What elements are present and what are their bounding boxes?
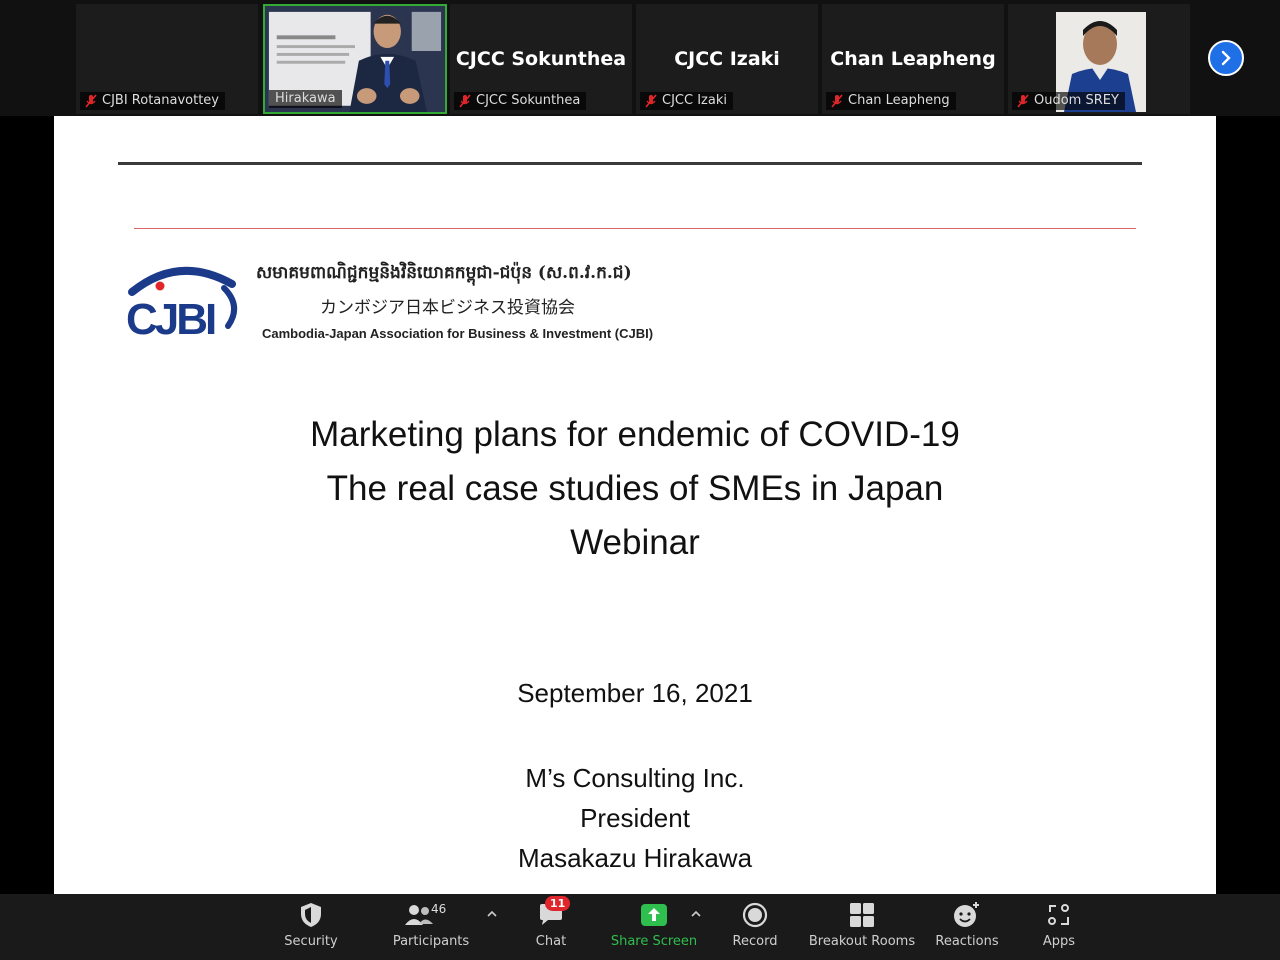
participant-tile-leapheng[interactable]: Chan Leapheng Chan Leapheng	[822, 4, 1004, 114]
share-screen-label: Share Screen	[610, 934, 698, 949]
apps-button[interactable]: Apps	[1036, 900, 1082, 956]
mic-muted-icon	[1017, 93, 1029, 108]
reactions-button[interactable]: Reactions	[934, 900, 1000, 956]
next-page-button[interactable]	[1208, 40, 1244, 76]
presentation-slide: CJBI សមាគមពាណិជ្ជកម្មនិងវិនិយោគកម្ពុជា-ជ…	[54, 116, 1216, 894]
presenter-role: President	[580, 803, 690, 833]
slide-title-line: Marketing plans for endemic of COVID-19	[310, 415, 960, 454]
participant-name-tag: CJCC Sokunthea	[454, 92, 587, 110]
participant-name: Chan Leapheng	[848, 93, 950, 108]
participants-options-caret-icon[interactable]	[486, 908, 498, 920]
participant-name: CJCC Sokunthea	[476, 93, 581, 108]
mic-muted-icon	[85, 93, 97, 108]
participant-tile-oudom[interactable]: Oudom SREY	[1008, 4, 1190, 114]
slide-title-line: The real case studies of SMEs in Japan	[326, 469, 944, 508]
share-options-caret-icon[interactable]	[690, 908, 702, 920]
participant-display-name: Chan Leapheng	[830, 48, 996, 70]
slide-title: Marketing plans for endemic of COVID-19 …	[54, 408, 1216, 570]
participant-name-tag: Oudom SREY	[1012, 92, 1125, 110]
participant-tile-sokunthea[interactable]: CJCC Sokunthea CJCC Sokunthea	[450, 4, 632, 114]
svg-text:CJBI: CJBI	[126, 295, 215, 342]
security-button[interactable]: Security	[280, 900, 342, 956]
slide-title-line: Webinar	[570, 523, 700, 562]
cjbi-logo: CJBI	[126, 266, 237, 342]
meeting-toolbar: Security 46 Participants 11 Chat Share S…	[0, 894, 1280, 960]
shared-screen: CJBI សមាគមពាណិជ្ជកម្មនិងវិនិយោគកម្ពុជា-ជ…	[0, 116, 1280, 894]
slide-date: September 16, 2021	[517, 678, 753, 708]
share-screen-button[interactable]: Share Screen	[610, 900, 698, 956]
apps-label: Apps	[1042, 934, 1076, 949]
org-name-japanese: カンボジア日本ビジネス投資協会	[320, 298, 575, 318]
slide-divider-dark	[118, 162, 1142, 165]
org-name-khmer: សមាគមពាណិជ្ជកម្មនិងវិនិយោគកម្ពុជា-ជប៉ុន …	[256, 263, 632, 283]
breakout-rooms-button[interactable]: Breakout Rooms	[808, 900, 916, 956]
participants-icon	[405, 905, 433, 925]
participant-tile-rotanavottey[interactable]: CJBI Rotanavottey	[76, 4, 258, 114]
shield-icon	[301, 903, 321, 927]
record-button[interactable]: Record	[728, 900, 782, 956]
organization-header: សមាគមពាណិជ្ជកម្មនិងវិនិយោគកម្ពុជា-ជប៉ុន …	[256, 262, 716, 341]
participant-name: Hirakawa	[275, 91, 336, 106]
participant-display-name: CJCC Izaki	[674, 48, 780, 70]
presenter-name: Masakazu Hirakawa	[517, 843, 753, 873]
presenter-company: M’s Consulting Inc.	[525, 763, 745, 793]
breakout-rooms-icon	[850, 903, 874, 927]
share-screen-icon	[641, 904, 667, 926]
participant-tile-hirakawa[interactable]: Hirakawa	[263, 4, 447, 114]
participant-strip: CJBI Rotanavottey Hirakawa CJCC Sokunthe…	[0, 0, 1280, 116]
presenter-info: M’s Consulting Inc. President Masakazu H…	[54, 758, 1216, 878]
participant-name: CJBI Rotanavottey	[102, 93, 219, 108]
mic-muted-icon	[459, 93, 471, 108]
participant-name-tag: Hirakawa	[269, 90, 342, 108]
record-icon	[742, 902, 768, 928]
reactions-label: Reactions	[935, 934, 999, 949]
reactions-icon	[954, 902, 979, 927]
participant-name-tag: CJBI Rotanavottey	[80, 92, 225, 110]
participant-name-tag: CJCC Izaki	[640, 92, 733, 110]
participant-name-tag: Chan Leapheng	[826, 92, 956, 110]
participant-name: CJCC Izaki	[662, 93, 727, 108]
mic-muted-icon	[831, 93, 843, 108]
slide-divider-red	[134, 228, 1136, 229]
security-label: Security	[284, 934, 338, 949]
record-label: Record	[732, 934, 778, 949]
mic-muted-icon	[645, 93, 657, 108]
participants-button[interactable]: 46 Participants	[390, 900, 472, 956]
participant-tile-izaki[interactable]: CJCC Izaki CJCC Izaki	[636, 4, 818, 114]
chat-label: Chat	[535, 934, 567, 949]
breakout-rooms-label: Breakout Rooms	[808, 934, 916, 949]
participant-display-name: CJCC Sokunthea	[455, 48, 627, 70]
apps-icon	[1048, 904, 1069, 925]
participants-label: Participants	[392, 934, 470, 949]
chevron-right-icon	[1221, 50, 1231, 66]
participant-name: Oudom SREY	[1034, 93, 1119, 108]
org-name-english: Cambodia-Japan Association for Business …	[262, 326, 654, 341]
chat-button[interactable]: 11 Chat	[526, 896, 576, 956]
chat-unread-badge: 11	[545, 896, 571, 911]
participant-count: 46	[431, 902, 447, 916]
